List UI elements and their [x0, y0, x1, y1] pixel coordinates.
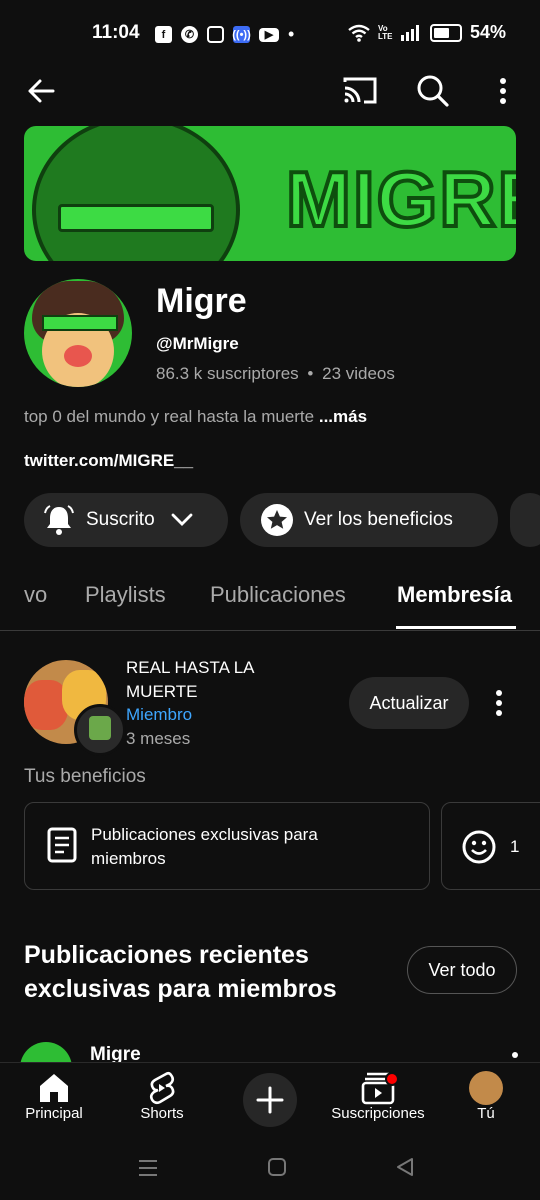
back-button-icon[interactable] — [395, 1157, 415, 1177]
nav-subscriptions[interactable]: Suscripciones — [328, 1071, 428, 1122]
bell-icon — [44, 505, 74, 535]
stats-separator: • — [307, 364, 314, 383]
nav-you[interactable]: Tú — [436, 1071, 536, 1122]
hotspot-icon: ((•)) — [232, 26, 251, 43]
recents-icon[interactable] — [137, 1158, 159, 1178]
channel-description[interactable]: top 0 del mundo y real hasta la muerte .… — [24, 407, 367, 427]
description-text: top 0 del mundo y real hasta la muerte — [24, 407, 315, 426]
banner-text: MIGRE — [284, 153, 516, 245]
create-icon — [256, 1086, 284, 1114]
benefits-button[interactable]: Ver los beneficios — [240, 493, 498, 547]
status-bar: 11:04 f ✆ ((•)) ▶ • Vo LTE 54% — [0, 0, 540, 68]
system-navigation — [0, 1142, 540, 1200]
nav-home[interactable]: Principal — [4, 1071, 104, 1122]
wifi-icon — [348, 24, 370, 42]
post-more-icon[interactable] — [512, 1052, 518, 1058]
battery-percent: 54% — [469, 22, 506, 42]
membership-duration: 3 meses — [126, 729, 191, 748]
next-action-pill[interactable] — [510, 493, 540, 547]
back-arrow-icon[interactable] — [26, 76, 56, 106]
banner-headband — [58, 204, 214, 232]
battery-icon — [429, 23, 462, 42]
tab-playlists[interactable]: Playlists — [85, 582, 166, 608]
nav-home-label: Principal — [25, 1105, 83, 1122]
benefit-card[interactable]: Publicaciones exclusivas para miembros — [24, 802, 430, 890]
nav-subscriptions-label: Suscripciones — [331, 1105, 425, 1122]
benefits-label: Ver los beneficios — [304, 509, 453, 530]
whatsapp-icon: ✆ — [181, 26, 198, 43]
top-app-bar — [0, 68, 540, 114]
youtube-icon: ▶ — [259, 27, 279, 42]
nav-create-button[interactable] — [243, 1073, 297, 1127]
membership-role: Miembro — [126, 705, 193, 724]
subscribed-label: Suscrito — [86, 509, 155, 530]
channel-tabs: vo Playlists Publicaciones Membresía — [0, 572, 540, 631]
star-badge-icon — [261, 504, 293, 536]
see-all-button[interactable]: Ver todo — [407, 946, 517, 994]
signal-icon — [400, 24, 419, 41]
channel-avatar[interactable] — [24, 279, 132, 387]
status-time: 11:04 — [92, 22, 140, 43]
instagram-icon — [207, 26, 224, 43]
channel-banner: MIGRE — [24, 126, 516, 261]
benefits-header: Tus beneficios — [24, 766, 146, 787]
more-vert-icon[interactable] — [496, 77, 510, 105]
you-avatar — [469, 1071, 503, 1105]
benefit-card-2-label: 1 — [510, 837, 520, 856]
document-icon — [47, 827, 77, 863]
nav-you-label: Tú — [477, 1105, 495, 1122]
volte-icon: Vo LTE — [377, 23, 393, 41]
status-app-icons: f ✆ ((•)) ▶ • — [155, 24, 294, 45]
banner-character — [32, 126, 240, 261]
more-link[interactable]: ...más — [319, 407, 367, 426]
subscriber-count: 86.3 k suscriptores — [156, 364, 299, 383]
nav-shorts-label: Shorts — [140, 1105, 184, 1122]
channel-handle: @MrMigre — [156, 334, 239, 353]
home-icon — [40, 1074, 68, 1102]
emoji-icon — [462, 830, 496, 864]
benefit-card-label: Publicaciones exclusivas para miembros — [91, 825, 318, 868]
dot-icon: • — [288, 24, 295, 44]
benefit-card-2[interactable]: 1 — [441, 802, 540, 890]
status-right: Vo LTE 54% — [348, 22, 506, 43]
tab-posts[interactable]: Publicaciones — [210, 582, 346, 608]
shorts-icon — [149, 1071, 175, 1105]
channel-link[interactable]: twitter.com/MIGRE__ — [24, 451, 193, 471]
membership-more-icon[interactable] — [492, 689, 506, 717]
upgrade-button[interactable]: Actualizar — [349, 677, 469, 729]
subscribed-button[interactable]: Suscrito — [24, 493, 228, 547]
facebook-icon: f — [155, 26, 172, 43]
bottom-navigation: Principal Shorts Suscripciones Tú — [0, 1062, 540, 1143]
chevron-down-icon — [171, 513, 193, 526]
nav-shorts[interactable]: Shorts — [112, 1071, 212, 1122]
active-tab-indicator — [396, 626, 516, 629]
cast-icon[interactable] — [342, 74, 378, 106]
recent-posts-title: Publicaciones recientes exclusivas para … — [24, 941, 337, 1003]
channel-stats: 86.3 k suscriptores • 23 videos — [156, 364, 395, 384]
search-icon[interactable] — [416, 74, 450, 108]
video-count: 23 videos — [322, 364, 395, 383]
tab-membership[interactable]: Membresía — [397, 582, 512, 608]
tab-videos[interactable]: vo — [24, 582, 47, 608]
channel-name: Migre — [156, 282, 247, 320]
membership-level-title: REAL HASTA LA MUERTE — [126, 658, 254, 701]
home-button-icon[interactable] — [267, 1157, 287, 1177]
notification-dot — [385, 1072, 399, 1086]
member-badge-icon — [74, 704, 126, 756]
